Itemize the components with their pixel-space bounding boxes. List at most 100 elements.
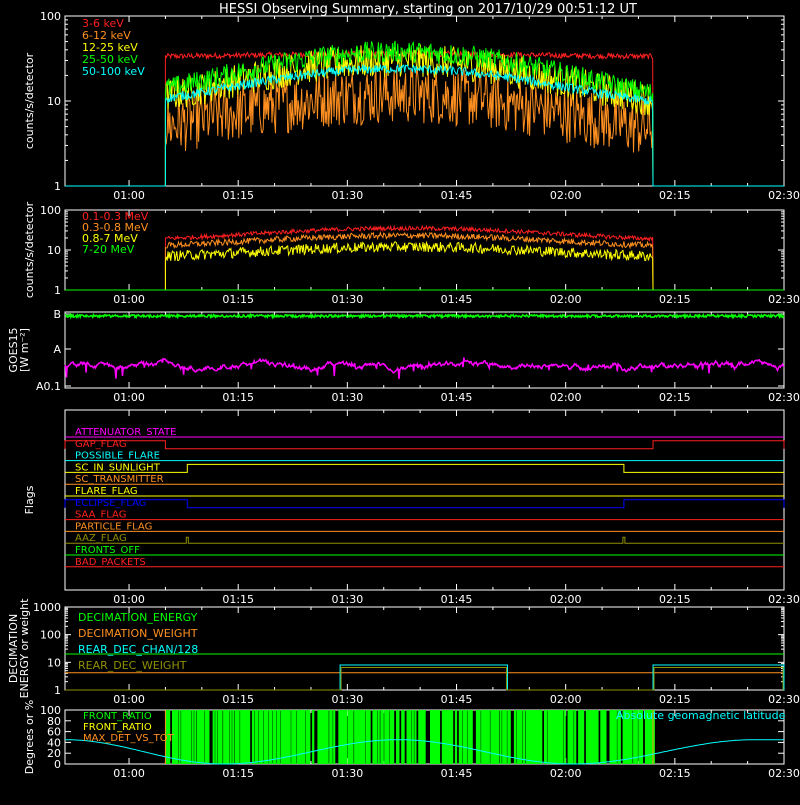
front-ratio-bar [499, 710, 502, 764]
y-tick-label: 100 [40, 204, 61, 217]
front-ratio-bar [227, 710, 230, 764]
goes-short-line [64, 357, 785, 379]
flag-label: PARTICLE_FLAG [75, 521, 152, 532]
front-ratio-bar [255, 710, 258, 764]
front-ratio-bar [312, 710, 315, 764]
front-ratio-bar [523, 710, 526, 764]
front-ratio-bar [202, 710, 205, 764]
observing-summary: HESSI Observing Summary, starting on 201… [0, 0, 800, 800]
time-tick-label: 02:15 [659, 693, 691, 706]
front-ratio-bar [409, 710, 412, 764]
front-ratio-bar [451, 710, 454, 764]
front-ratio-bar [189, 710, 192, 764]
front-ratio-bar [248, 710, 251, 764]
latitude-annotation: Absolute geomagnetic latitude [616, 709, 786, 722]
time-tick-label: 02:30 [768, 593, 800, 606]
front-ratio-bar [478, 710, 481, 764]
summary-plot: HESSI Observing Summary, starting on 201… [7, 2, 800, 780]
front-ratio-bar [333, 710, 336, 764]
y-tick-label: 10 [47, 656, 61, 669]
legend-entry: FRONT_RATIO [83, 722, 152, 733]
flag-line [64, 499, 785, 509]
time-tick-label: 01:45 [441, 593, 473, 606]
low-energy-series-group [65, 40, 784, 187]
front-ratio-bar [215, 710, 218, 764]
flag-line [65, 536, 784, 544]
front-ratio-bar [266, 710, 269, 764]
y-tick-label: 100 [40, 629, 61, 642]
flag-label: ATTENUATOR_STATE [75, 427, 176, 438]
time-tick-label: 01:00 [113, 693, 145, 706]
series-line [65, 240, 784, 291]
front-ratio-bar [411, 710, 414, 764]
front-ratio-bar [582, 710, 585, 764]
y-tick-label: A [53, 343, 61, 356]
front-ratio-bar [330, 710, 333, 764]
time-tick-label: 02:00 [550, 593, 582, 606]
front-ratio-bar [465, 710, 468, 764]
legend-entry: DECIMATION_WEIGHT [78, 627, 198, 640]
y-axis-label-2: ENERGY or weight [18, 598, 31, 698]
time-tick-label: 02:30 [768, 693, 800, 706]
flag-label: SC_IN_SUNLIGHT [75, 462, 161, 473]
front-ratio-bar [232, 710, 235, 764]
front-ratio-bar [397, 710, 400, 764]
front-ratio-bar [545, 710, 548, 764]
front-ratio-bar [191, 710, 194, 764]
front-ratio-bars [165, 710, 655, 764]
front-ratio-bar [437, 710, 441, 764]
time-tick-label: 01:45 [441, 293, 473, 306]
time-tick-label: 02:00 [550, 391, 582, 404]
front-ratio-bar [175, 710, 179, 764]
front-ratio-bar [194, 710, 197, 764]
y-axis-label: counts/s/detector [23, 201, 36, 298]
front-ratio-bar [402, 710, 405, 764]
legend-entry: MAX_DET_VS_TOT [83, 733, 175, 744]
time-tick-label: 02:15 [659, 767, 691, 780]
flag-label: AAZ_FLAG [75, 533, 127, 544]
time-tick-label: 01:30 [332, 593, 364, 606]
time-tick-label: 02:00 [550, 767, 582, 780]
front-ratio-bar [561, 710, 564, 764]
front-ratio-bar [460, 710, 463, 764]
front-ratio-bar [423, 710, 426, 764]
y-axis-label: Degrees or % [23, 700, 36, 774]
y-axis-label-2: [W m⁻²] [18, 328, 31, 372]
front-ratio-bar [596, 710, 599, 764]
time-tick-label: 01:45 [441, 767, 473, 780]
series-line [65, 231, 784, 291]
y-tick-label: 1000 [33, 601, 61, 614]
front-ratio-bar [270, 710, 273, 764]
time-tick-label: 01:30 [332, 693, 364, 706]
flag-label: FRONTS_OFF [75, 545, 140, 556]
time-tick-label: 01:15 [222, 293, 254, 306]
y-tick-label: 100 [40, 10, 61, 23]
legend-entry: REAR_DEC_WEIGHT [78, 659, 187, 672]
front-ratio-bar [414, 710, 417, 764]
legend-entry: REAR_DEC_CHAN/128 [78, 643, 198, 656]
time-tick-label: 02:15 [659, 189, 691, 202]
time-tick-label: 01:30 [332, 767, 364, 780]
time-tick-label: 01:30 [332, 391, 364, 404]
front-ratio-bar [207, 710, 210, 764]
time-tick-label: 01:15 [222, 767, 254, 780]
front-ratio-bar [278, 710, 281, 764]
front-ratio-bar [381, 710, 384, 764]
front-ratio-bar [454, 710, 458, 764]
time-tick-label: 02:00 [550, 693, 582, 706]
front-ratio-bar [540, 710, 543, 764]
time-tick-label: 02:30 [768, 293, 800, 306]
time-tick-label: 02:00 [550, 189, 582, 202]
front-ratio-bar [212, 710, 215, 764]
flag-label: SAA_FLAG [75, 510, 126, 521]
front-ratio-bar [229, 710, 232, 764]
y-tick-label: 1 [54, 180, 61, 193]
flag-label: BAD_PACKETS [75, 557, 146, 568]
high-energy-series-group [65, 224, 784, 291]
time-tick-label: 01:45 [441, 693, 473, 706]
y-tick-label: 1 [54, 684, 61, 697]
front-ratio-bar [520, 710, 523, 764]
front-ratio-bar [220, 710, 223, 764]
front-ratio-bar [574, 710, 577, 764]
time-tick-label: 01:00 [113, 293, 145, 306]
